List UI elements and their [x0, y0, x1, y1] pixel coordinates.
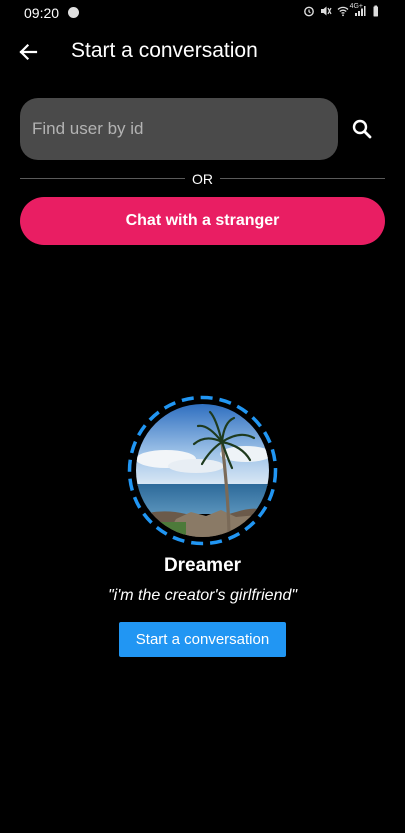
avatar[interactable] [126, 394, 279, 547]
search-input[interactable] [32, 119, 338, 139]
search-button[interactable] [343, 110, 381, 148]
user-name: Dreamer [163, 555, 242, 576]
status-bar: 09:20 4G+ [0, 0, 405, 26]
divider-left [20, 178, 185, 179]
user-bio: "i'm the creator's girlfriend" [107, 587, 298, 604]
chat-with-stranger-button[interactable]: Chat with a stranger [20, 197, 385, 245]
signal-icon [355, 6, 366, 16]
wifi-icon [337, 6, 349, 17]
arrow-back-icon [19, 43, 38, 61]
notification-dot-icon [68, 7, 79, 18]
back-button[interactable] [10, 34, 46, 70]
mute-icon [321, 6, 332, 16]
avatar-image [136, 404, 269, 537]
status-time: 09:20 [24, 5, 60, 21]
app-bar: Start a conversation [0, 26, 405, 76]
or-label: OR [192, 171, 213, 187]
search-icon [352, 119, 372, 139]
alarm-icon [304, 6, 314, 17]
status-icons [303, 5, 383, 17]
page-title: Start a conversation [71, 39, 258, 62]
divider-right [220, 178, 385, 179]
battery-icon [373, 5, 378, 17]
start-conversation-button[interactable]: Start a conversation [119, 622, 286, 657]
search-field[interactable] [20, 98, 338, 160]
